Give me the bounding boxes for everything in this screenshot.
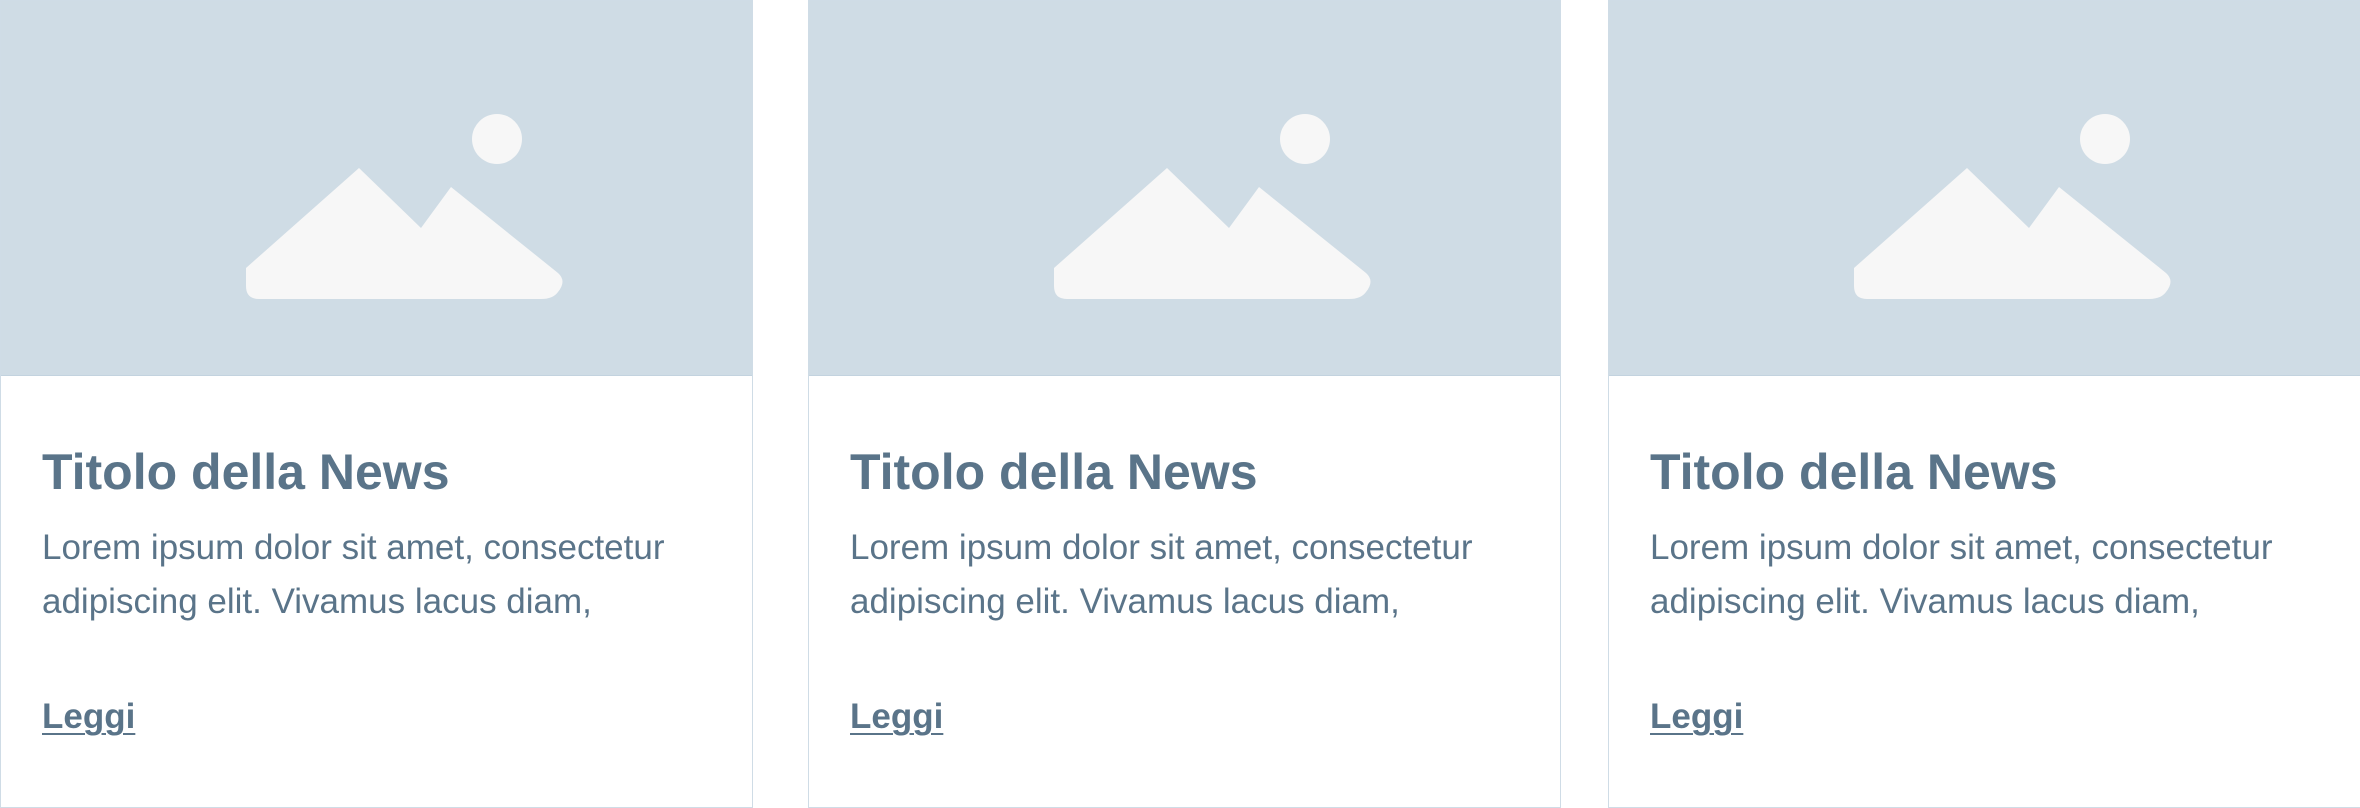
card-title: Titolo della News: [42, 444, 450, 500]
read-more-link[interactable]: Leggi: [42, 691, 135, 743]
read-more-link[interactable]: Leggi: [850, 691, 943, 743]
card-title: Titolo della News: [1650, 444, 2058, 500]
news-card: Titolo della News Lorem ipsum dolor sit …: [1608, 0, 2360, 808]
image-placeholder-icon: [1054, 114, 1371, 299]
card-title: Titolo della News: [850, 444, 1258, 500]
news-card: Titolo della News Lorem ipsum dolor sit …: [808, 0, 1561, 808]
read-more-link[interactable]: Leggi: [1650, 691, 1743, 743]
card-excerpt: Lorem ipsum dolor sit amet, consectetur …: [850, 528, 1473, 621]
image-placeholder-icon: [1854, 114, 2171, 299]
card-image: [1, 1, 752, 376]
card-excerpt: Lorem ipsum dolor sit amet, consectetur …: [42, 528, 665, 621]
image-placeholder-icon: [246, 114, 563, 299]
card-excerpt: Lorem ipsum dolor sit amet, consectetur …: [1650, 528, 2273, 621]
news-card: Titolo della News Lorem ipsum dolor sit …: [0, 0, 753, 808]
card-image: [1609, 1, 2360, 376]
card-image: [809, 1, 1560, 376]
